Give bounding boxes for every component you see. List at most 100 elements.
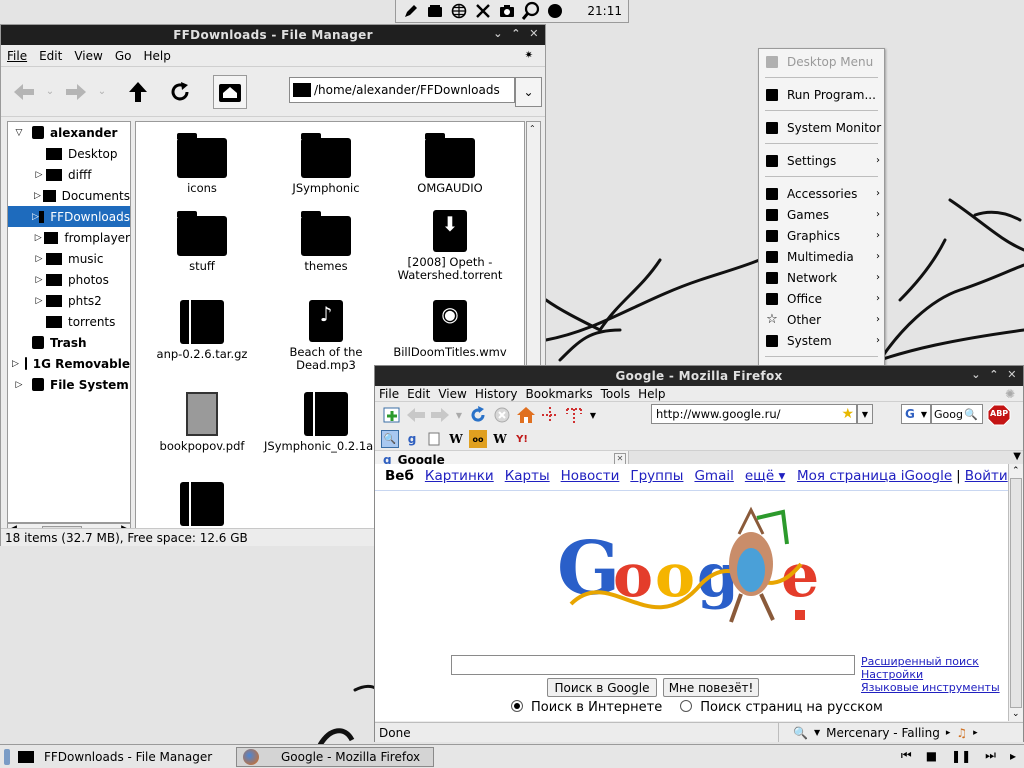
expander-icon[interactable]: ▷ xyxy=(32,191,43,201)
google-bookmark-icon[interactable]: g xyxy=(403,430,421,448)
wikipedia-icon[interactable]: W xyxy=(447,430,465,448)
tree-item[interactable]: Desktop xyxy=(8,143,130,164)
globe-icon[interactable] xyxy=(448,1,470,21)
next-arrow-icon[interactable]: ▸ xyxy=(973,728,978,738)
task-firefox[interactable]: Google - Mozilla Firefox xyxy=(236,746,434,767)
pencil-icon[interactable] xyxy=(400,1,422,21)
stop-icon[interactable]: ■ xyxy=(926,749,937,763)
tree-item[interactable]: ▽ alexander xyxy=(8,122,130,143)
reload-icon[interactable] xyxy=(467,404,489,426)
menu-tools[interactable]: Tools xyxy=(597,387,635,401)
tree-item[interactable]: torrents xyxy=(8,311,130,332)
task-file-manager[interactable]: FFDownloads - File Manager xyxy=(12,747,234,767)
play-arrow-icon[interactable]: ▸ xyxy=(1010,749,1016,763)
menu-history[interactable]: History xyxy=(471,387,522,401)
menu-edit[interactable]: Edit xyxy=(33,49,68,63)
menu-item-accessories[interactable]: Accessories › xyxy=(759,183,884,204)
menu-item-settings[interactable]: Settings › xyxy=(759,150,884,171)
expander-icon[interactable]: ▷ xyxy=(32,275,46,285)
file-item[interactable]: ◉ BillDoomTitles.wmv xyxy=(388,300,512,359)
file-item[interactable]: JSymphonic_0.2.1alpha.zip xyxy=(264,392,418,453)
reload-button[interactable] xyxy=(165,77,195,107)
pause-icon[interactable]: ❚❚ xyxy=(951,749,971,763)
google-nav-link[interactable]: Карты xyxy=(505,468,550,484)
file-item[interactable]: JSymphonic xyxy=(264,132,388,195)
url-history-dropdown[interactable]: ▼ xyxy=(857,404,873,424)
panel-handle-icon[interactable] xyxy=(4,748,10,765)
expander-icon[interactable]: ▷ xyxy=(32,233,44,243)
page-bookmark-icon[interactable] xyxy=(425,430,443,448)
menu-button[interactable]: ⌄ xyxy=(969,368,983,382)
expander-icon[interactable]: ▷ xyxy=(12,380,26,390)
menu-help[interactable]: Help xyxy=(634,387,669,401)
media-bookmark-icon[interactable]: oo xyxy=(469,430,487,448)
file-item[interactable]: anp-0.2.6.tar.gz xyxy=(140,300,264,361)
forward-history-button[interactable]: ⌄ xyxy=(91,77,113,107)
tab-list-dropdown[interactable]: ▼ xyxy=(1013,451,1021,462)
search-icon[interactable]: 🔍 xyxy=(964,408,978,421)
expander-icon[interactable]: ▷ xyxy=(32,254,46,264)
radio-button-unchecked[interactable] xyxy=(680,700,693,712)
magnifier-icon[interactable] xyxy=(520,1,542,21)
scroll-thumb[interactable] xyxy=(1010,478,1022,708)
google-nav-link[interactable]: Группы xyxy=(630,468,683,484)
menu-item-graphics[interactable]: Graphics › xyxy=(759,225,884,246)
scroll-up-icon[interactable]: ⌃ xyxy=(529,124,536,133)
tree-item[interactable]: ▷ music xyxy=(8,248,130,269)
location-dropdown-button[interactable]: ⌄ xyxy=(515,77,542,107)
google-nav-link[interactable]: Веб xyxy=(385,468,414,484)
menu-item-multimedia[interactable]: Multimedia › xyxy=(759,246,884,267)
radio-web[interactable]: Поиск в Интернете xyxy=(511,700,662,715)
igoogle-link[interactable]: Моя страница iGoogle xyxy=(797,468,952,484)
file-item[interactable]: OMGAUDIO xyxy=(388,132,512,195)
back-button[interactable] xyxy=(9,77,39,107)
home-icon[interactable] xyxy=(515,404,537,426)
page-vertical-scrollbar[interactable]: ⌃ ⌄ xyxy=(1008,464,1023,721)
up-button[interactable] xyxy=(123,77,153,107)
menu-item-network[interactable]: Network › xyxy=(759,267,884,288)
forward-icon[interactable] xyxy=(429,404,451,426)
wiki-bookmark-icon[interactable]: W xyxy=(491,430,509,448)
language-tools-link[interactable]: Языковые инструменты xyxy=(861,681,1000,694)
tree-item[interactable]: ▷ photos xyxy=(8,269,130,290)
next-track-icon[interactable]: ⏭ xyxy=(985,748,996,763)
scroll-down-icon[interactable]: ⌄ xyxy=(1012,709,1020,719)
tree-item[interactable]: Trash xyxy=(8,332,130,353)
menu-view[interactable]: View xyxy=(68,49,108,63)
file-item[interactable]: ⬇ [2008] Opeth - Watershed.torrent xyxy=(388,210,512,282)
file-item[interactable]: stuff xyxy=(140,210,264,273)
menu-item-games[interactable]: Games › xyxy=(759,204,884,225)
file-manager-titlebar[interactable]: FFDownloads - File Manager ⌄ ⌃ ✕ xyxy=(1,25,545,45)
close-button[interactable]: ✕ xyxy=(527,27,541,41)
menu-item-system[interactable]: System › xyxy=(759,330,884,351)
settings-link[interactable]: Настройки xyxy=(861,668,1000,681)
search-engine-selector[interactable]: G ▼ xyxy=(901,404,931,424)
google-nav-link[interactable]: Картинки xyxy=(425,468,494,484)
tools-icon[interactable] xyxy=(472,1,494,21)
play-arrow-icon[interactable]: ▸ xyxy=(946,728,951,738)
menu-view[interactable]: View xyxy=(434,387,470,401)
google-nav-link[interactable]: ещё ▾ xyxy=(745,468,785,484)
menu-edit[interactable]: Edit xyxy=(403,387,434,401)
menu-item-system-monitor[interactable]: System Monitor xyxy=(759,117,884,138)
tree-item[interactable]: ▷ FFDownloads xyxy=(8,206,130,227)
stop-icon[interactable] xyxy=(491,404,513,426)
yahoo-icon[interactable]: Y! xyxy=(513,430,531,448)
adblock-button[interactable]: ABP xyxy=(987,404,1011,426)
menu-item-run-program[interactable]: Run Program... xyxy=(759,84,884,105)
file-item[interactable]: themes xyxy=(264,210,388,273)
expander-icon[interactable]: ▷ xyxy=(32,170,46,180)
google-nav-link[interactable]: Gmail xyxy=(694,468,733,484)
google-search-input[interactable] xyxy=(451,655,855,675)
clock[interactable]: 21:11 xyxy=(587,4,622,18)
expander-icon[interactable]: ▷ xyxy=(32,296,46,306)
previous-track-icon[interactable]: ⏮ xyxy=(901,748,912,763)
radio-russian[interactable]: Поиск страниц на русском xyxy=(680,700,883,715)
forward-button[interactable] xyxy=(61,77,91,107)
file-item[interactable]: bookpopov.pdf xyxy=(140,392,264,453)
menu-go[interactable]: Go xyxy=(109,49,138,63)
firefox-titlebar[interactable]: Google - Mozilla Firefox ⌄ ⌃ ✕ xyxy=(375,366,1023,386)
camera-icon[interactable] xyxy=(496,1,518,21)
location-field[interactable]: /home/alexander/FFDownloads xyxy=(289,77,515,103)
google-search-button[interactable]: Поиск в Google xyxy=(547,678,657,697)
